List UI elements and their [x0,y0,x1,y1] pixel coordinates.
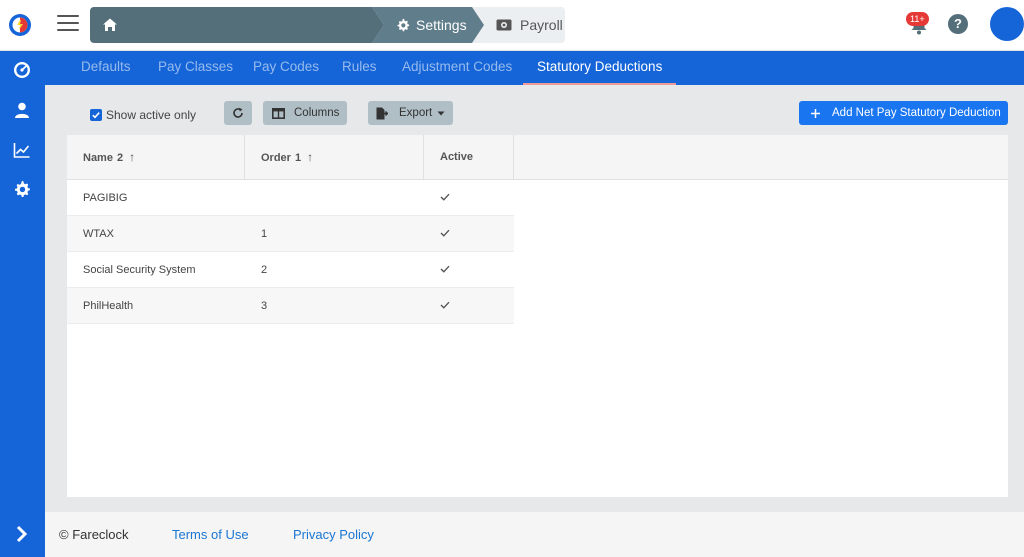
sort-ascending-icon: ↑ [129,150,136,164]
show-active-checkbox[interactable] [90,109,102,121]
tab-rules[interactable]: Rules [342,51,377,85]
checkmark-icon [92,112,100,119]
active-check-icon [440,301,450,309]
breadcrumb-home[interactable] [90,7,384,43]
breadcrumb-settings[interactable]: Settings [372,7,484,43]
table-row[interactable]: WTAX 1 [67,216,514,252]
active-check-icon [440,229,450,237]
column-header-label: Name [83,152,113,164]
footer-copyright: © Fareclock [59,527,129,542]
column-header-order[interactable]: Order 1 ↑ [245,135,424,180]
fareclock-logo[interactable] [8,13,32,37]
tab-pay-classes[interactable]: Pay Classes [158,51,233,85]
breadcrumb: Settings Payroll [90,7,565,43]
add-statutory-deduction-label: Add Net Pay Statutory Deduction [832,107,1001,119]
breadcrumb-settings-label: Settings [416,17,467,33]
breadcrumb-payroll[interactable]: Payroll [472,7,565,43]
column-header-name[interactable]: Name 2 ↑ [67,135,245,180]
money-icon [496,19,512,31]
columns-icon [272,107,285,119]
table-row[interactable]: PAGIBIG [67,180,514,216]
export-label: Export [399,107,433,119]
gear-icon [397,18,410,32]
file-export-icon [376,107,388,119]
breadcrumb-payroll-label: Payroll [520,17,563,33]
help-icon[interactable]: ? [948,14,968,34]
refresh-button[interactable] [224,101,252,125]
notifications-badge: 11+ [906,12,929,26]
columns-label: Columns [294,107,340,119]
settings-gear-icon[interactable] [13,180,31,198]
cell-order [245,180,261,216]
privacy-policy-link[interactable]: Privacy Policy [293,527,374,542]
columns-button[interactable]: Columns [263,101,347,125]
table-header: Name 2 ↑ Order 1 ↑ Active [67,135,1008,180]
tab-defaults[interactable]: Defaults [81,51,131,85]
active-check-icon [440,265,450,273]
settings-tabs: Defaults Pay Classes Pay Codes Rules Adj… [45,51,1024,85]
add-statutory-deduction-button[interactable]: Add Net Pay Statutory Deduction [799,101,1008,125]
sort-rank: 2 [116,152,124,164]
cell-order: 2 [261,264,268,276]
chevron-right-icon[interactable] [15,525,29,543]
cell-order: 3 [261,300,268,312]
reports-chart-icon[interactable] [13,141,31,159]
top-header: Settings Payroll 11+ ? [0,0,1024,51]
cell-name: Social Security System [83,264,196,276]
home-icon [103,18,117,31]
left-sidebar [0,51,45,557]
cell-name: WTAX [83,228,114,240]
sort-rank: 1 [294,152,302,164]
column-header-label: Active [440,151,474,163]
deductions-table: Name 2 ↑ Order 1 ↑ Active PAGIBIG WTAX 1 Soc… [67,135,1008,497]
user-icon[interactable] [13,101,31,119]
tab-adjustment-codes[interactable]: Adjustment Codes [402,51,512,85]
caret-down-icon [437,111,445,115]
footer: © Fareclock Terms of Use Privacy Policy [45,512,1024,557]
tab-statutory-deductions[interactable]: Statutory Deductions [523,51,677,85]
dashboard-icon[interactable] [13,61,31,79]
hamburger-menu-icon[interactable] [57,15,79,35]
show-active-label[interactable]: Show active only [106,108,196,122]
tab-pay-codes[interactable]: Pay Codes [253,51,319,85]
user-avatar[interactable] [990,7,1024,41]
cell-order: 1 [261,228,268,240]
cell-name: PhilHealth [83,300,134,312]
cell-name: PAGIBIG [83,192,128,204]
export-dropdown-button[interactable]: Export [368,101,453,125]
table-row[interactable]: PhilHealth 3 [67,288,514,324]
column-header-active[interactable]: Active [424,135,514,180]
sort-ascending-icon: ↑ [307,150,314,164]
column-header-label: Order [261,152,291,164]
table-row[interactable]: Social Security System 2 [67,252,514,288]
plus-icon [811,108,820,118]
terms-of-use-link[interactable]: Terms of Use [172,527,249,542]
refresh-icon [233,107,243,118]
active-check-icon [440,193,450,201]
